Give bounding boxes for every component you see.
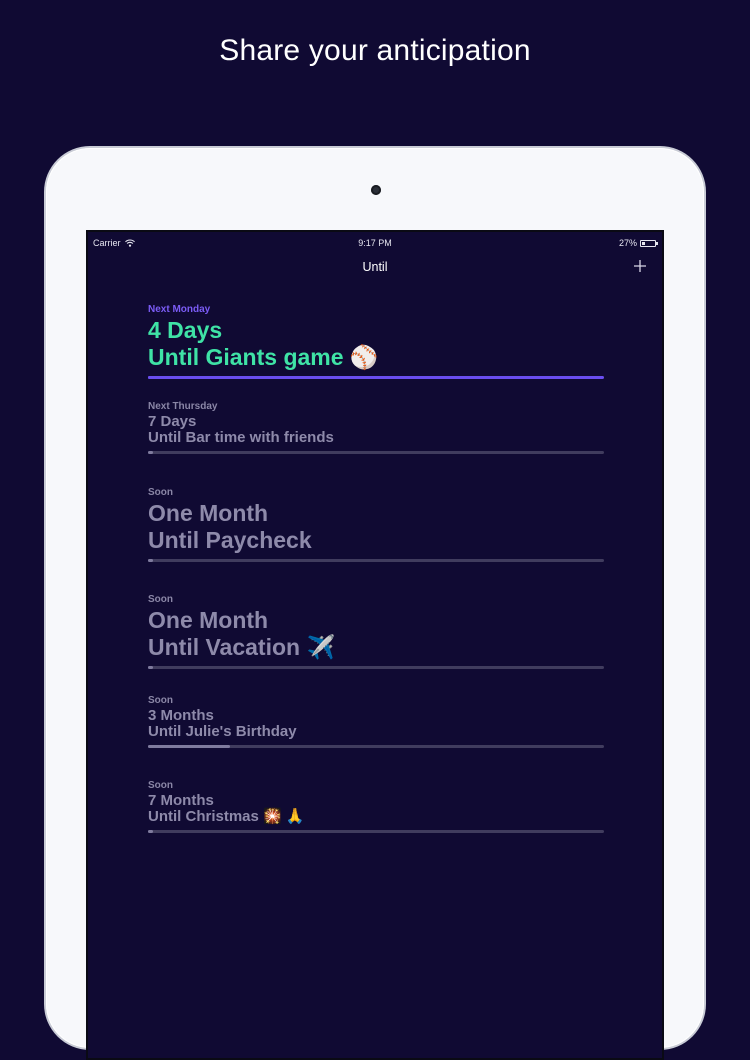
battery-icon bbox=[640, 239, 658, 247]
camera-icon bbox=[371, 185, 381, 195]
nav-title: Until bbox=[362, 260, 388, 274]
countdown-when: Next Monday bbox=[148, 304, 211, 315]
countdown-when: Soon bbox=[148, 695, 173, 706]
countdown-title: Until Bar time with friends bbox=[148, 429, 334, 446]
nav-bar: Until bbox=[88, 254, 662, 286]
status-bar: Carrier 9:17 PM 27% bbox=[88, 232, 662, 252]
countdown-item[interactable]: Next Monday 4 Days Until Giants game ⚾ bbox=[148, 304, 604, 401]
countdown-title: Until Julie's Birthday bbox=[148, 723, 297, 740]
progress-fill bbox=[148, 451, 153, 454]
progress-track bbox=[148, 745, 604, 748]
countdown-count: 3 Months bbox=[148, 707, 214, 724]
countdown-count: 4 Days bbox=[148, 317, 223, 343]
plus-icon[interactable] bbox=[632, 258, 648, 274]
battery-percent: 27% bbox=[618, 238, 637, 248]
countdown-title: Until Giants game ⚾ bbox=[148, 344, 379, 370]
progress-fill bbox=[148, 376, 153, 379]
progress-fill bbox=[148, 745, 231, 748]
progress-fill bbox=[148, 559, 153, 562]
countdown-title: Until Paycheck bbox=[148, 527, 312, 553]
headline: Share your anticipation bbox=[219, 34, 531, 67]
countdown-title: Until Vacation ✈️ bbox=[148, 634, 336, 660]
countdown-count: One Month bbox=[148, 500, 269, 526]
progress-fill bbox=[148, 666, 153, 669]
progress-fill bbox=[148, 830, 153, 833]
progress-track bbox=[148, 666, 604, 669]
countdown-when: Next Thursday bbox=[148, 401, 218, 412]
countdown-item[interactable]: Soon One Month Until Paycheck bbox=[148, 487, 604, 594]
countdown-item[interactable]: Soon 7 Months Until Christmas 🎇 🙏 bbox=[148, 780, 604, 865]
progress-track bbox=[148, 376, 604, 379]
app-screen: Carrier 9:17 PM 27% Until Next Monday 4 … bbox=[86, 230, 664, 1060]
progress-track bbox=[148, 451, 604, 454]
status-time: 9:17 PM bbox=[358, 238, 392, 248]
countdown-item[interactable]: Next Thursday 7 Days Until Bar time with… bbox=[148, 401, 604, 487]
countdown-count: One Month bbox=[148, 607, 269, 633]
ipad-frame: Carrier 9:17 PM 27% Until Next Monday 4 … bbox=[46, 148, 704, 1060]
progress-track bbox=[148, 830, 604, 833]
progress-track bbox=[148, 559, 604, 562]
countdown-title: Until Christmas 🎇 🙏 bbox=[148, 808, 305, 825]
battery-level bbox=[642, 241, 645, 245]
countdown-count: 7 Months bbox=[148, 792, 214, 809]
countdown-count: 7 Days bbox=[148, 413, 197, 430]
countdown-when: Soon bbox=[148, 780, 173, 791]
countdown-item[interactable]: Soon One Month Until Vacation ✈️ bbox=[148, 594, 604, 695]
countdown-list: Next Monday 4 Days Until Giants game ⚾ N… bbox=[148, 304, 604, 865]
countdown-when: Soon bbox=[148, 594, 173, 605]
countdown-item[interactable]: Soon 3 Months Until Julie's Birthday bbox=[148, 695, 604, 780]
countdown-when: Soon bbox=[148, 487, 173, 498]
